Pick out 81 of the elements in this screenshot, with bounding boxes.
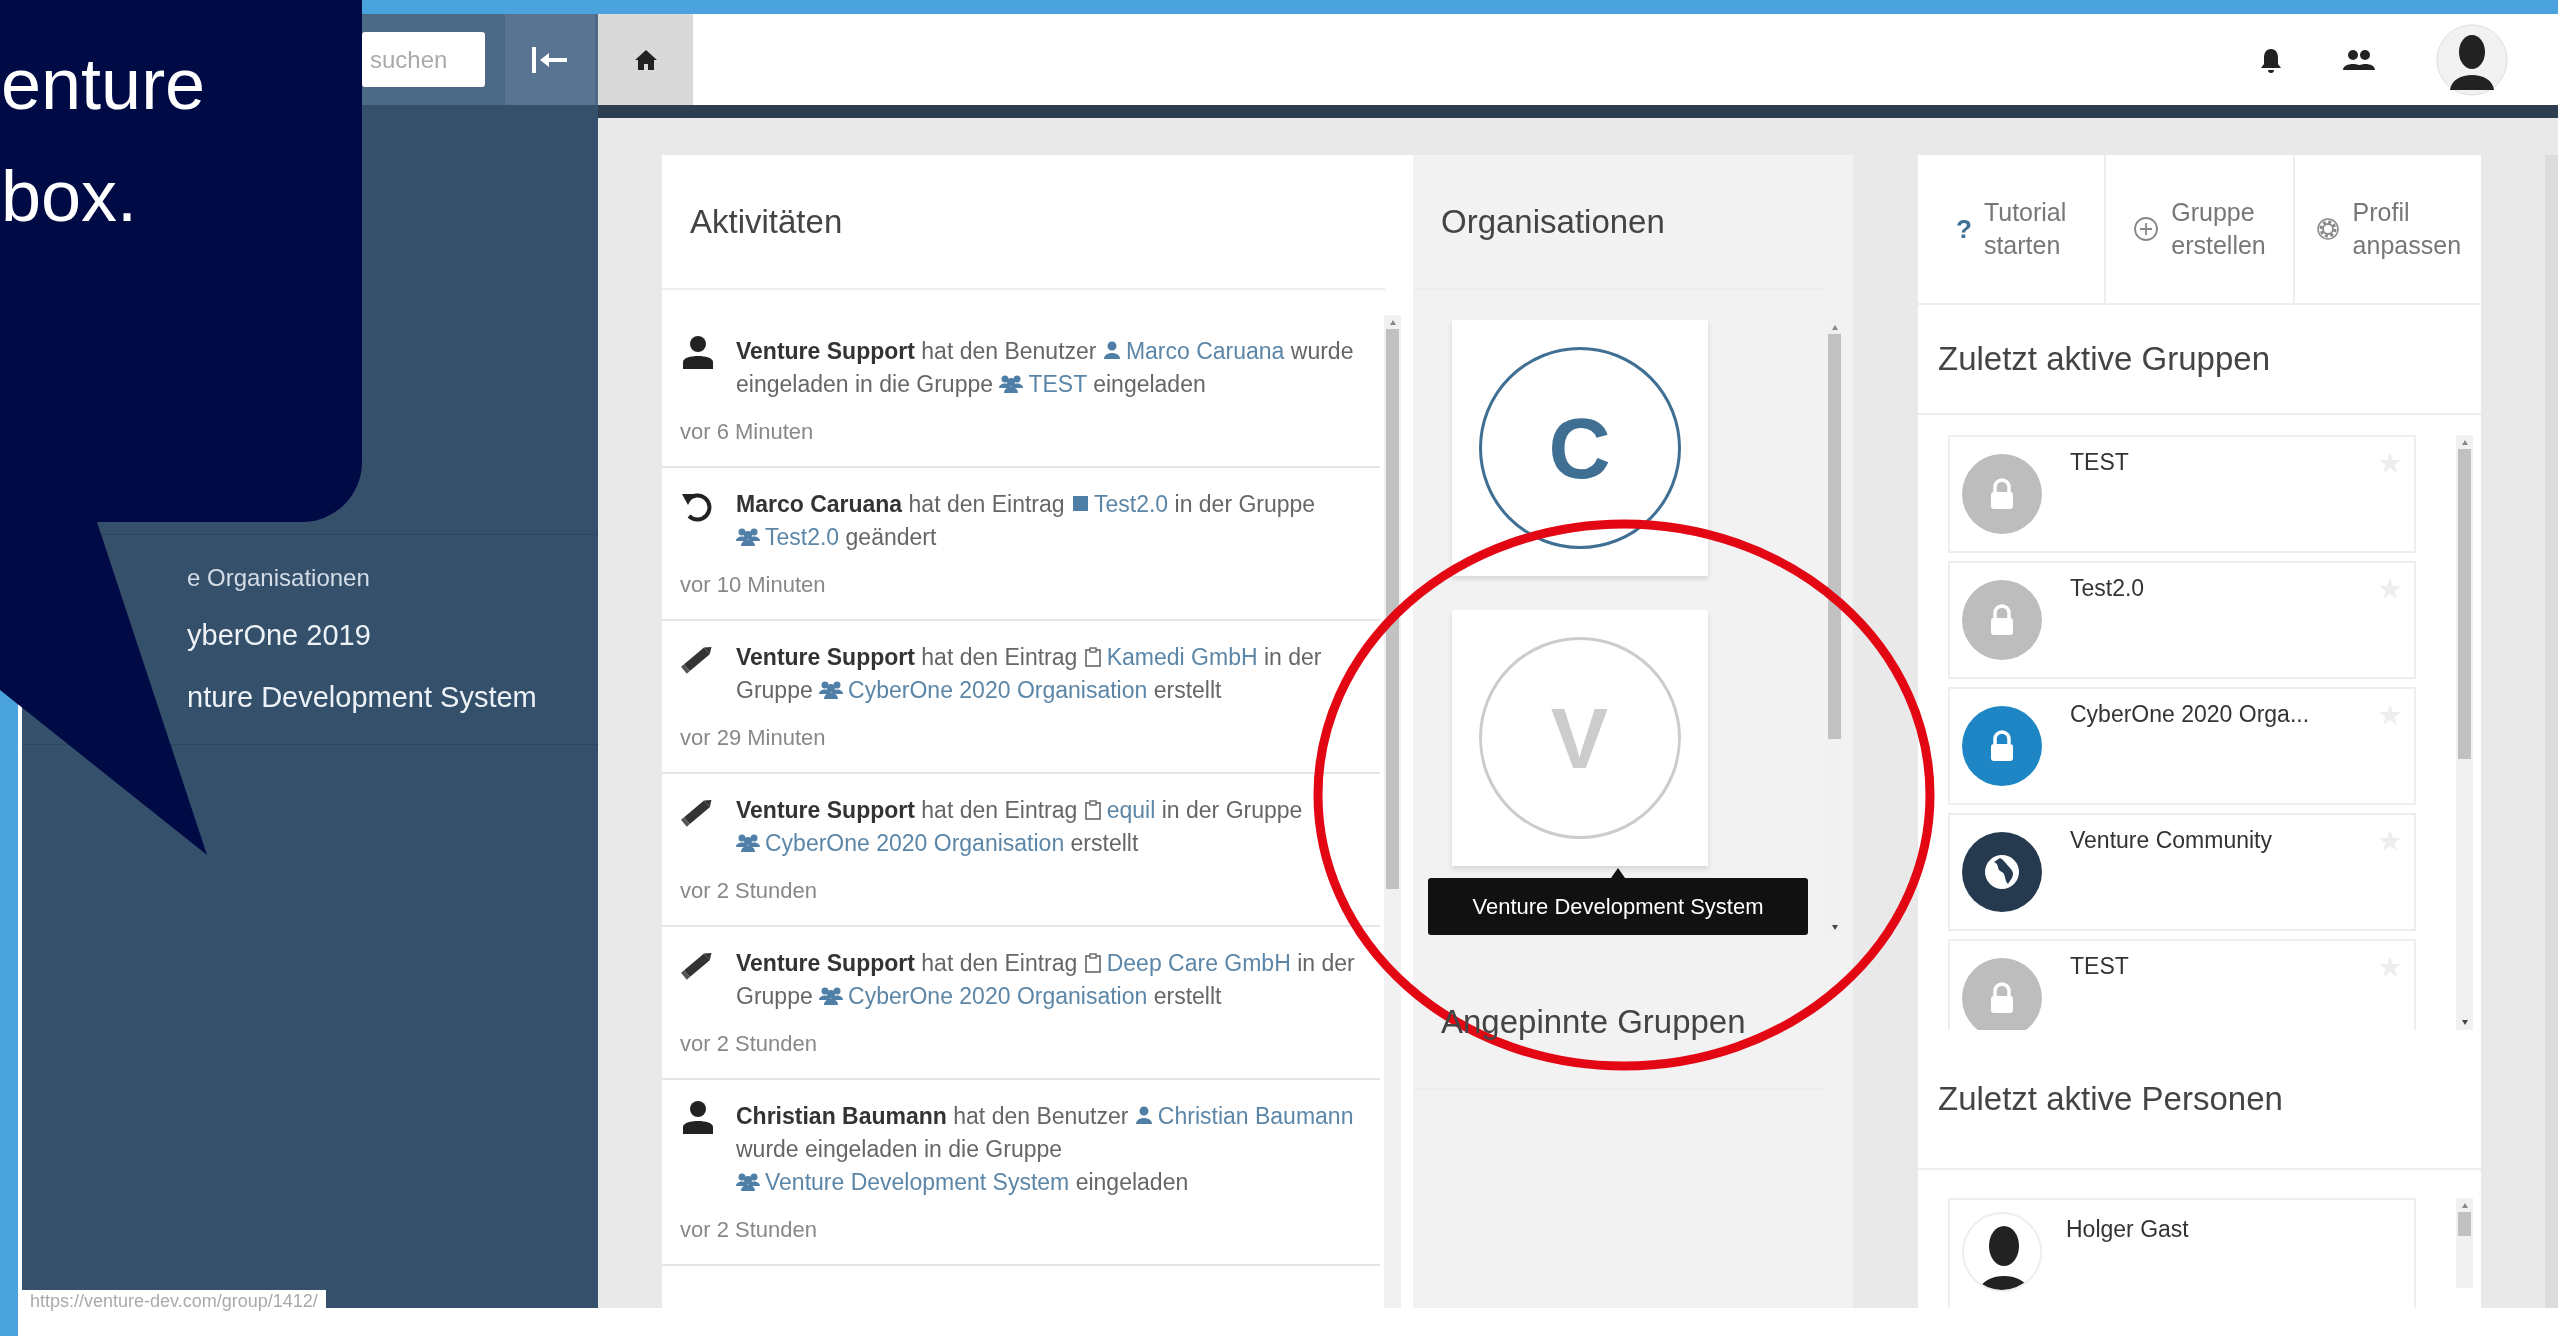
group-link[interactable]: CyberOne 2020 Organisation xyxy=(736,830,1065,856)
scrollbar-thumb[interactable] xyxy=(2458,1212,2471,1236)
collapse-sidebar-button[interactable] xyxy=(505,14,595,105)
activity-text: Christian Baumann hat den Benutzer Christian Baumann wurde eingeladen in die Gruppe Venture Development System eingeladen xyxy=(736,1102,1355,1197)
panel-title: Zuletzt aktive Personen xyxy=(1938,1079,2283,1120)
group-icon xyxy=(736,527,760,547)
group-link[interactable]: Test2.0 xyxy=(736,524,840,550)
doc-link[interactable]: Kamedi GmbH xyxy=(1083,644,1258,670)
group-item[interactable]: TEST xyxy=(1948,939,2416,1030)
scrollbar-thumb[interactable] xyxy=(2458,449,2471,759)
collapse-arrow-icon xyxy=(530,44,570,75)
group-link[interactable]: CyberOne 2020 Organisation xyxy=(819,677,1148,703)
entry-link[interactable]: Test2.0 xyxy=(1070,491,1169,517)
group-icon xyxy=(819,986,844,1006)
group-item[interactable]: Test2.0 xyxy=(1948,561,2416,679)
group-item[interactable]: CyberOne 2020 Orga... xyxy=(1948,687,2416,805)
status-url: https://venture-dev.com/group/1412/ xyxy=(22,1290,326,1312)
sidebar-heading: e Organisationen xyxy=(187,563,371,593)
square-icon xyxy=(1070,494,1089,514)
group-icon xyxy=(819,680,844,700)
activity-text: Venture Support hat den Eintrag equil in der Gruppe CyberOne 2020 Organisation erstellt xyxy=(736,796,1304,858)
doc-link[interactable]: Deep Care GmbH xyxy=(1083,950,1291,976)
scrollbar-thumb[interactable] xyxy=(1828,334,1841,739)
group-link[interactable]: Venture Development System xyxy=(736,1169,1070,1195)
activity-time: vor 29 Minuten xyxy=(680,724,827,752)
organisation-logo: C xyxy=(1478,347,1681,549)
sidebar-link[interactable]: yberOne 2019 xyxy=(187,614,598,658)
user-avatar[interactable] xyxy=(2436,23,2508,96)
activity-time: vor 2 Stunden xyxy=(680,1216,818,1244)
activity-text: Venture Support hat den Eintrag Kamedi GmbH in der Gruppe CyberOne 2020 Organisation erstellt xyxy=(736,643,1323,705)
user-link[interactable]: Marco Caruana xyxy=(1102,338,1285,364)
home-button[interactable] xyxy=(598,14,693,105)
group-icon xyxy=(736,833,760,853)
settings-icon xyxy=(2314,216,2341,242)
group-name: Venture Community xyxy=(2070,826,2272,855)
activity-text: Venture Support hat den Benutzer Marco Caruana wurde eingeladen in die Gruppe TEST eingeladen xyxy=(736,337,1355,399)
activity-text: Marco Caruana hat den Eintrag Test2.0 in der Gruppe Test2.0 geändert xyxy=(736,490,1317,552)
group-link[interactable]: TEST xyxy=(999,371,1087,397)
plus-circle-icon xyxy=(2133,216,2160,242)
person-icon xyxy=(680,335,716,371)
group-link[interactable]: CyberOne 2020 Organisation xyxy=(819,983,1148,1009)
bell-icon[interactable] xyxy=(2260,46,2282,73)
scrollbar[interactable] xyxy=(1384,315,1401,1308)
people-icon[interactable] xyxy=(2342,48,2376,71)
activity-time: vor 2 Stunden xyxy=(680,877,818,905)
user-icon xyxy=(1134,1106,1153,1126)
scrollbar[interactable] xyxy=(2456,435,2473,1030)
clipboard-icon xyxy=(1083,647,1102,667)
page-scrollbar[interactable] xyxy=(2545,155,2558,1308)
person-icon xyxy=(680,1100,716,1136)
activity-time: vor 6 Minuten xyxy=(680,418,815,446)
group-name: Test2.0 xyxy=(2070,574,2145,603)
activity-time: vor 2 Stunden xyxy=(680,1030,818,1058)
panel-title: Zuletzt aktive Gruppen xyxy=(1938,339,2270,380)
clipboard-icon xyxy=(1083,800,1102,820)
group-icon xyxy=(736,1172,760,1192)
tooltip-arrow-icon xyxy=(1611,868,1625,878)
globe-icon xyxy=(1982,852,2022,892)
group-item[interactable]: Venture Community xyxy=(1948,813,2416,931)
callout-text: enture box. xyxy=(1,43,206,238)
scrollbar[interactable] xyxy=(2456,1198,2473,1288)
user-icon xyxy=(1102,341,1121,361)
group-icon xyxy=(999,374,1024,394)
person-name: Holger Gast xyxy=(2066,1215,2189,1244)
panel-title: Aktivitäten xyxy=(690,201,843,242)
user-link[interactable]: Christian Baumann xyxy=(1134,1103,1354,1129)
group-name: CyberOne 2020 Orga... xyxy=(2070,700,2310,729)
home-icon xyxy=(633,48,658,71)
search-field[interactable]: suchen xyxy=(362,32,485,87)
group-item[interactable]: TEST xyxy=(1948,435,2416,553)
panel-title: Organisationen xyxy=(1441,201,1665,242)
group-name: TEST xyxy=(2070,952,2129,981)
activity-time: vor 10 Minuten xyxy=(680,571,827,599)
doc-link[interactable]: equil xyxy=(1083,797,1156,823)
clipboard-icon xyxy=(1083,953,1102,973)
group-name: TEST xyxy=(2070,448,2129,477)
organisation-tile[interactable]: C xyxy=(1451,320,1708,576)
tooltip: Venture Development System xyxy=(1428,868,1808,935)
scrollbar-thumb[interactable] xyxy=(1386,329,1399,889)
activity-text: Venture Support hat den Eintrag Deep Care GmbH in der Gruppe CyberOne 2020 Organisation erstellt xyxy=(736,949,1356,1011)
sidebar-link[interactable]: nture Development System xyxy=(187,675,598,719)
